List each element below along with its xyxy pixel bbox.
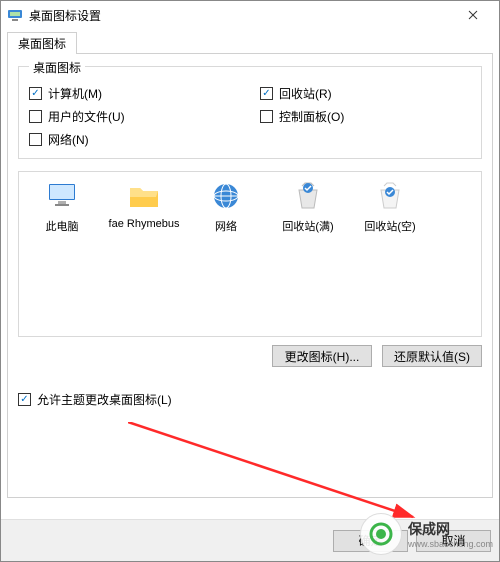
icon-preview-label: fae Rhymebus — [105, 218, 183, 230]
checkbox-item[interactable]: ✓ 计算机(M) — [29, 85, 240, 102]
change-icon-button[interactable]: 更改图标(H)... — [272, 345, 372, 367]
network-icon — [208, 178, 244, 214]
close-button[interactable] — [453, 1, 493, 29]
userfolder-icon — [126, 178, 162, 214]
checkbox-icon — [29, 133, 42, 146]
tab-content: 桌面图标 ✓计算机(M)✓回收站(R)用户的文件(U)控制面板(O)网络(N) … — [7, 53, 493, 498]
watermark-sub: www.sbaocheng.com — [408, 539, 493, 549]
icon-preview-item[interactable]: 回收站(满) — [269, 178, 347, 234]
checkbox-label: 回收站(R) — [279, 85, 332, 102]
checkbox-label: 网络(N) — [48, 131, 89, 148]
icon-preview-label: 网络 — [187, 218, 265, 234]
checkbox-item[interactable]: ✓ 回收站(R) — [260, 85, 471, 102]
icon-button-row: 更改图标(H)... 还原默认值(S) — [18, 345, 482, 367]
checkbox-label: 用户的文件(U) — [48, 108, 125, 125]
watermark-logo-icon — [360, 513, 402, 555]
icon-preview-item[interactable]: fae Rhymebus — [105, 178, 183, 230]
checkbox-icon — [260, 110, 273, 123]
checkbox-icon: ✓ — [29, 87, 42, 100]
icon-preview-label: 此电脑 — [23, 218, 101, 234]
groupbox-desktop-icons: 桌面图标 ✓计算机(M)✓回收站(R)用户的文件(U)控制面板(O)网络(N) — [18, 66, 482, 159]
checkbox-item[interactable]: 网络(N) — [29, 131, 240, 148]
computer-icon — [44, 178, 80, 214]
checkbox-label: 控制面板(O) — [279, 108, 344, 125]
close-icon — [468, 10, 478, 20]
watermark-text: 保成网 — [408, 519, 493, 539]
icon-preview-item[interactable]: 网络 — [187, 178, 265, 234]
checkbox-label: 计算机(M) — [48, 85, 102, 102]
checkbox-icon: ✓ — [18, 393, 31, 406]
checkbox-icon — [29, 110, 42, 123]
titlebar: 桌面图标设置 — [1, 1, 499, 29]
recyclebin-full-icon — [290, 178, 326, 214]
checkbox-icon: ✓ — [260, 87, 273, 100]
icon-preview-item[interactable]: 此电脑 — [23, 178, 101, 234]
tab-desktop-icons[interactable]: 桌面图标 — [7, 32, 77, 54]
restore-default-button[interactable]: 还原默认值(S) — [382, 345, 482, 367]
tabstrip: 桌面图标 — [1, 29, 499, 53]
system-icon — [7, 7, 23, 23]
allow-theme-label: 允许主题更改桌面图标(L) — [37, 391, 172, 408]
groupbox-legend: 桌面图标 — [29, 59, 85, 76]
window-title: 桌面图标设置 — [29, 7, 453, 24]
recyclebin-empty-icon — [372, 178, 408, 214]
icon-preview-label: 回收站(空) — [351, 218, 429, 234]
desktop-icon-settings-window: 桌面图标设置 桌面图标 桌面图标 ✓ 计算机(M) ✓ 回收站(R) 用户的文件(U) 控… — [0, 0, 500, 562]
icon-preview-item[interactable]: 回收站(空) — [351, 178, 429, 234]
icon-preview-label: 回收站(满) — [269, 218, 347, 234]
watermark: 保成网 www.sbaocheng.com — [360, 513, 493, 555]
checkbox-item[interactable]: 用户的文件(U) — [29, 108, 240, 125]
allow-theme-checkbox[interactable]: ✓ 允许主题更改桌面图标(L) — [18, 391, 482, 408]
checkbox-item[interactable]: 控制面板(O) — [260, 108, 471, 125]
icon-preview-list: 此电脑 fae Rhymebus 网络回收站(满)回收站(空) — [18, 171, 482, 337]
